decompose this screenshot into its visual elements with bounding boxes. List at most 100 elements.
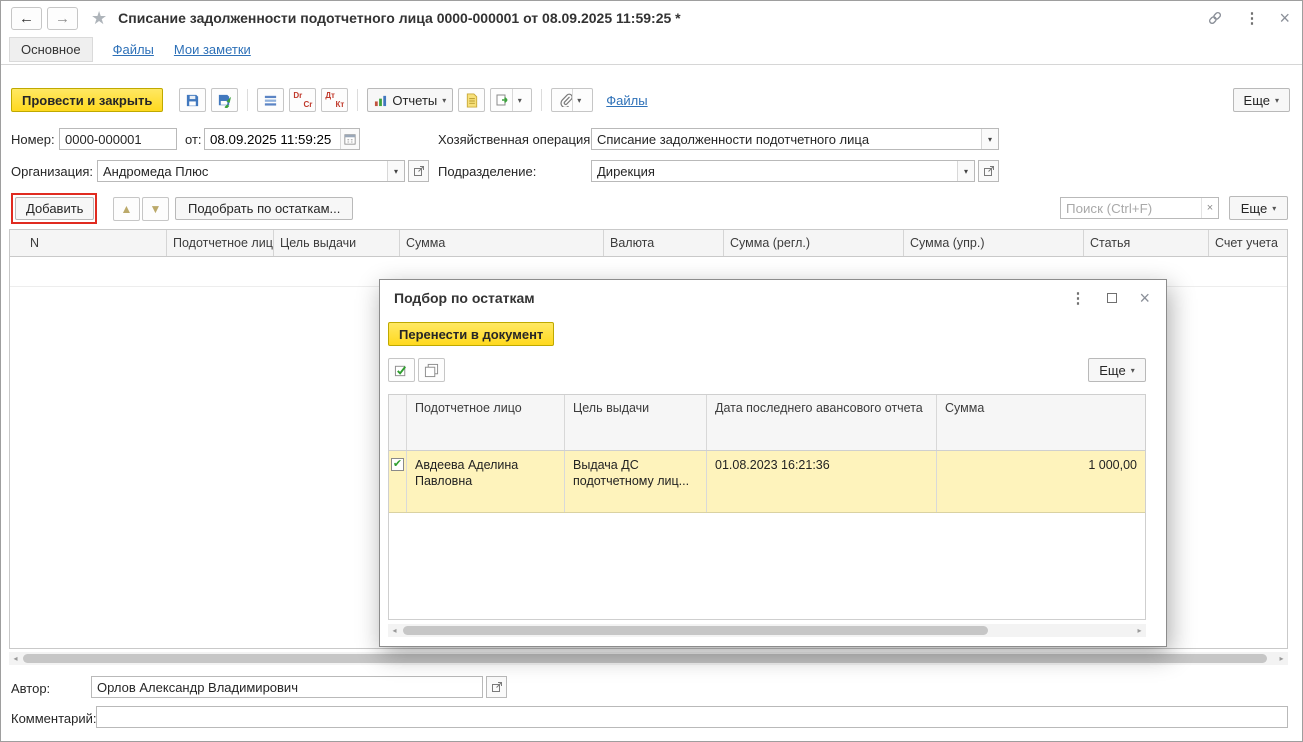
add-row-button[interactable]: Добавить <box>15 197 95 220</box>
chevron-down-icon[interactable]: ▾ <box>957 161 974 181</box>
organization-combo: Андромеда Плюс ▾ <box>97 160 405 182</box>
author-open-button[interactable] <box>486 676 507 698</box>
forward-icon: → <box>55 9 70 27</box>
forward-button[interactable]: → <box>47 6 78 30</box>
close-icon[interactable]: × <box>1279 9 1290 27</box>
attach-file-button[interactable]: ▾ <box>551 88 594 112</box>
check-all-button[interactable] <box>388 358 415 382</box>
dialog-column-purpose[interactable]: Цель выдачи <box>565 395 707 450</box>
column-header-person[interactable]: Подотчетное лицо <box>167 230 274 256</box>
scrollbar-track[interactable] <box>22 653 1275 664</box>
dialog-close-icon[interactable]: × <box>1139 289 1150 307</box>
chevron-down-icon: ▾ <box>442 95 447 105</box>
dialog-table-row[interactable]: ✔ Авдеева Аделина Павловна Выдача ДС под… <box>389 451 1145 513</box>
dt-kt-register-button[interactable]: Дт Кт <box>321 88 349 112</box>
row-checkbox[interactable]: ✔ <box>389 451 407 512</box>
comment-input[interactable] <box>96 706 1288 728</box>
favorite-star-icon[interactable]: ★ <box>91 8 107 29</box>
register-records-button[interactable] <box>257 88 285 112</box>
department-label: Подразделение: <box>438 164 537 179</box>
dr-cr-register-button[interactable]: Dr Cr <box>289 88 317 112</box>
column-header-sum[interactable]: Сумма <box>400 230 604 256</box>
uncheck-all-button[interactable] <box>418 358 445 382</box>
cell-purpose[interactable]: Выдача ДС подотчетному лиц... <box>565 451 707 512</box>
date-input[interactable] <box>205 129 340 149</box>
reports-button[interactable]: Отчеты ▾ <box>367 88 454 112</box>
calendar-button[interactable] <box>340 129 359 149</box>
chevron-down-icon[interactable]: ▾ <box>387 161 404 181</box>
send-button[interactable]: ▾ <box>490 88 533 112</box>
cell-person[interactable]: Авдеева Аделина Павловна <box>407 451 565 512</box>
paperclip-icon <box>559 93 572 107</box>
chevron-down-icon: ▾ <box>1272 203 1277 213</box>
column-header-sum-regl[interactable]: Сумма (регл.) <box>724 230 904 256</box>
scroll-left-icon[interactable]: ◂ <box>388 626 401 635</box>
scroll-right-icon[interactable]: ▸ <box>1133 626 1146 635</box>
titlebar: ← → ★ Списание задолженности подотчетног… <box>1 1 1302 35</box>
column-header-sum-upr[interactable]: Сумма (упр.) <box>904 230 1084 256</box>
grid-more-button[interactable]: Еще ▾ <box>1229 196 1288 220</box>
column-header-account[interactable]: Счет учета <box>1209 230 1287 256</box>
tab-main[interactable]: Основное <box>9 37 93 62</box>
dialog-column-date[interactable]: Дата последнего авансового отчета <box>707 395 937 450</box>
dialog-more-menu-icon[interactable]: ⋮ <box>1070 289 1085 307</box>
move-down-button[interactable]: ▼ <box>142 197 169 221</box>
chevron-down-icon: ▾ <box>512 89 526 111</box>
dialog-more-button[interactable]: Еще ▾ <box>1088 358 1146 382</box>
clear-search-icon[interactable]: × <box>1201 198 1218 218</box>
author-input[interactable] <box>91 676 483 698</box>
cell-date[interactable]: 01.08.2023 16:21:36 <box>707 451 937 512</box>
dialog-horizontal-scrollbar: ◂ ▸ <box>388 624 1146 637</box>
chevron-down-icon[interactable]: ▾ <box>981 129 998 149</box>
dialog-title: Подбор по остаткам <box>394 290 535 306</box>
column-header-purpose[interactable]: Цель выдачи <box>274 230 400 256</box>
author-label: Автор: <box>11 681 51 696</box>
post-and-close-button[interactable]: Провести и закрыть <box>11 88 164 112</box>
back-button[interactable]: ← <box>11 6 42 30</box>
chevron-down-icon: ▾ <box>1130 365 1135 375</box>
operation-value[interactable]: Списание задолженности подотчетного лица <box>592 129 981 149</box>
more-menu-icon[interactable]: ⋮ <box>1244 9 1259 27</box>
column-header-currency[interactable]: Валюта <box>604 230 724 256</box>
search-input[interactable] <box>1061 198 1201 218</box>
department-combo: Дирекция ▾ <box>591 160 975 182</box>
toolbar-separator <box>247 89 249 111</box>
toolbar-separator <box>357 89 359 111</box>
scroll-right-icon[interactable]: ▸ <box>1275 654 1288 663</box>
dialog-maximize-icon[interactable] <box>1107 293 1118 303</box>
cell-amount[interactable]: 1 000,00 <box>937 451 1145 512</box>
scrollbar-thumb[interactable] <box>23 654 1267 663</box>
organization-value[interactable]: Андромеда Плюс <box>98 161 387 181</box>
send-icon <box>496 93 510 107</box>
department-value[interactable]: Дирекция <box>592 161 957 181</box>
grid-header: N Подотчетное лицо Цель выдачи Сумма Вал… <box>9 229 1288 257</box>
dialog-column-person[interactable]: Подотчетное лицо <box>407 395 565 450</box>
register-records-icon <box>263 93 278 108</box>
document-templates-button[interactable] <box>458 88 486 112</box>
column-header-n[interactable]: N <box>10 230 167 256</box>
pick-by-balances-button[interactable]: Подобрать по остаткам... <box>175 197 354 220</box>
department-open-button[interactable] <box>978 160 999 182</box>
column-header-item[interactable]: Статья <box>1084 230 1209 256</box>
checkbox-column-header[interactable] <box>389 395 407 450</box>
organization-open-button[interactable] <box>408 160 429 182</box>
scrollbar-thumb[interactable] <box>403 626 988 635</box>
tab-files[interactable]: Файлы <box>113 42 154 57</box>
copy-link-icon[interactable] <box>1206 9 1224 27</box>
scrollbar-track[interactable] <box>401 625 1133 636</box>
tab-notes[interactable]: Мои заметки <box>174 42 251 57</box>
scroll-left-icon[interactable]: ◂ <box>9 654 22 663</box>
document-window: ← → ★ Списание задолженности подотчетног… <box>0 0 1303 742</box>
uncheck-all-icon <box>424 363 439 378</box>
save-button[interactable] <box>179 88 207 112</box>
titlebar-controls: ⋮ × <box>1206 9 1290 27</box>
operation-combo: Списание задолженности подотчетного лица… <box>591 128 999 150</box>
transfer-to-document-button[interactable]: Перенести в документ <box>388 322 555 346</box>
dialog-column-sum[interactable]: Сумма <box>937 395 1145 450</box>
post-document-button[interactable] <box>211 88 239 112</box>
toolbar-separator <box>541 89 543 111</box>
number-input[interactable] <box>59 128 177 150</box>
move-up-button[interactable]: ▲ <box>113 197 140 221</box>
toolbar-more-button[interactable]: Еще ▾ <box>1232 88 1290 112</box>
files-link[interactable]: Файлы <box>606 93 647 108</box>
